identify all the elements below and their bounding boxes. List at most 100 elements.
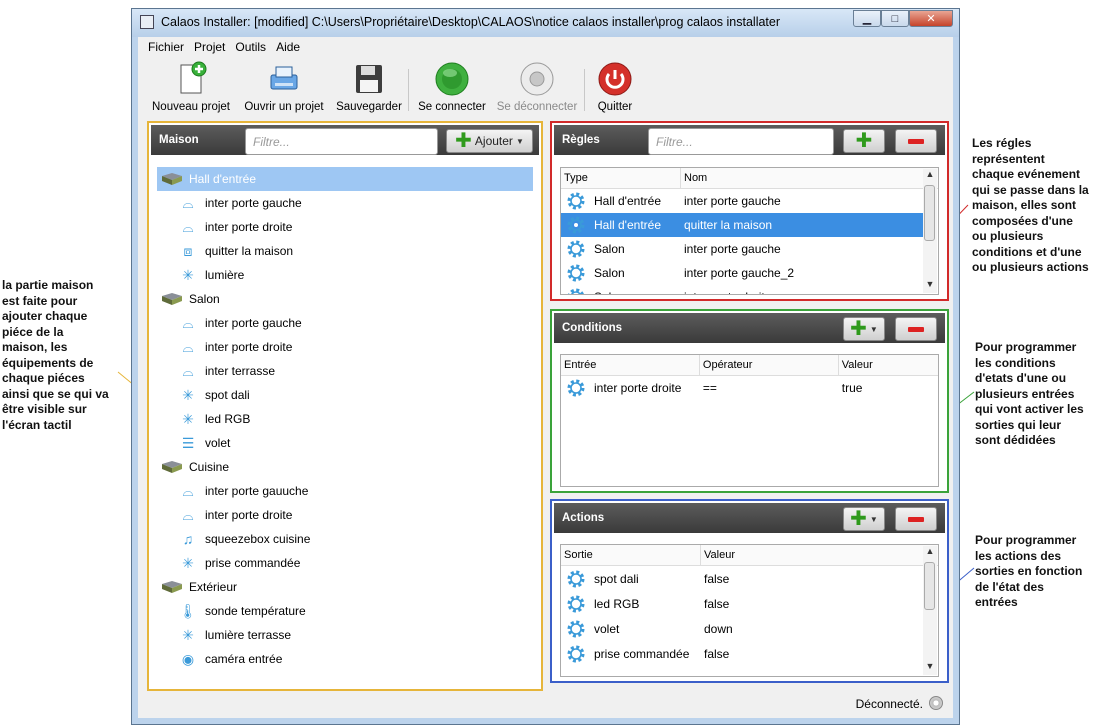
connect-button[interactable]: Se connecter xyxy=(416,61,488,113)
conditions-title: Conditions xyxy=(562,322,623,334)
scenario-icon: ⧈ xyxy=(183,242,193,259)
cell-nom: inter porte gauche_2 xyxy=(684,266,795,280)
scroll-down-icon[interactable]: ▼ xyxy=(923,279,937,293)
minimize-button[interactable]: ▁ xyxy=(853,10,881,27)
tree-room[interactable]: Extérieur xyxy=(157,575,533,599)
tree-item[interactable]: ⌓ inter porte gauche xyxy=(157,311,533,335)
menu-projet[interactable]: Projet xyxy=(190,37,231,59)
scroll-up-icon[interactable]: ▲ xyxy=(923,546,937,560)
tree-item[interactable]: ☰ volet xyxy=(157,431,533,455)
tree-item[interactable]: ⌓ inter porte droite xyxy=(157,335,533,359)
conditions-add-button[interactable]: ✚ ▼ xyxy=(843,317,885,341)
close-button[interactable]: ✕ xyxy=(909,10,953,27)
tree-item[interactable]: ✳ spot dali xyxy=(157,383,533,407)
menu-fichier[interactable]: Fichier xyxy=(138,37,190,59)
table-row[interactable]: Salon inter porte gauche_2 xyxy=(561,261,925,285)
scroll-thumb[interactable] xyxy=(924,562,935,610)
scroll-up-icon[interactable]: ▲ xyxy=(923,169,937,183)
tree-item[interactable]: ✳ lumière terrasse xyxy=(157,623,533,647)
tree-room[interactable]: Hall d'entrée xyxy=(157,167,533,191)
actions-header: Actions ✚ ▼ xyxy=(554,503,945,533)
tree-item[interactable]: ⧈ quitter la maison xyxy=(157,239,533,263)
tree-room[interactable]: Salon xyxy=(157,287,533,311)
annotation-line: plusieurs entrées xyxy=(975,386,1075,401)
tree-item-label: sonde température xyxy=(205,604,306,618)
quit-button[interactable]: Quitter xyxy=(592,61,638,113)
save-button[interactable]: Sauvegarder xyxy=(334,61,404,113)
maison-add-button[interactable]: ✚ Ajouter ▼ xyxy=(446,129,533,153)
cell-nom: inter porte droite xyxy=(681,290,921,294)
menu-aide[interactable]: Aide xyxy=(272,37,306,59)
table-row[interactable]: volet down xyxy=(561,616,938,641)
actions-add-button[interactable]: ✚ ▼ xyxy=(843,507,885,531)
cell-valeur: false xyxy=(704,571,730,586)
gear-icon xyxy=(567,595,585,612)
scroll-thumb[interactable] xyxy=(924,185,935,241)
client-area: Fichier Projet Outils Aide Nouveau proje… xyxy=(138,37,953,718)
floppy-disk-icon xyxy=(356,65,382,93)
maison-filter-input[interactable]: Filtre... xyxy=(245,128,438,155)
cell-sortie: volet xyxy=(561,619,701,639)
new-project-button[interactable]: Nouveau projet xyxy=(152,61,230,113)
tree-item[interactable]: ⌓ inter porte gauche xyxy=(157,191,533,215)
cell-nom: inter porte gauche xyxy=(684,242,781,256)
open-project-button[interactable]: Ouvrir un projet xyxy=(242,61,326,113)
conditions-table: Entrée Opérateur Valeur inter porte droi… xyxy=(560,354,939,487)
disconnect-button[interactable]: Se déconnecter xyxy=(496,61,578,113)
table-row[interactable]: Hall d'entrée inter porte gauche xyxy=(561,189,925,213)
regles-table-header: Type Nom xyxy=(561,168,938,189)
table-row[interactable]: Salon inter porte gauche xyxy=(561,237,925,261)
regles-add-button[interactable]: ✚ xyxy=(843,129,885,153)
chevron-down-icon: ▼ xyxy=(869,324,878,334)
tree-item[interactable]: ⌓ inter porte gauuche xyxy=(157,479,533,503)
regles-remove-button[interactable] xyxy=(895,129,937,153)
tree-item[interactable]: ⌓ inter porte droite xyxy=(157,503,533,527)
column-header-sortie[interactable]: Sortie xyxy=(561,545,701,565)
tree-item[interactable]: ◉ caméra entrée xyxy=(157,647,533,671)
tree-item-label: inter porte gauche xyxy=(205,316,302,330)
cell-type-text: Hall d'entrée xyxy=(594,218,661,232)
table-row[interactable]: prise commandée false xyxy=(561,641,938,666)
menu-outils[interactable]: Outils xyxy=(231,37,272,59)
tree-item[interactable]: ✳ led RGB xyxy=(157,407,533,431)
disconnect-icon xyxy=(520,62,554,96)
column-header-entree[interactable]: Entrée xyxy=(561,355,700,375)
maximize-button[interactable]: □ xyxy=(881,10,909,27)
actions-scrollbar[interactable]: ▲ ▼ xyxy=(923,546,937,675)
annotation-line: qui se passe dans la xyxy=(972,182,1089,197)
cell-valeur: down xyxy=(704,621,733,636)
annotation-line: Les régles xyxy=(972,136,1032,150)
regles-scrollbar[interactable]: ▲ ▼ xyxy=(923,169,937,293)
column-header-operateur[interactable]: Opérateur xyxy=(700,355,839,375)
tree-item[interactable]: ✳ lumière xyxy=(157,263,533,287)
tree-item[interactable]: ♫ squeezebox cuisine xyxy=(157,527,533,551)
tree-item[interactable]: ✳ prise commandée xyxy=(157,551,533,575)
column-header-type[interactable]: Type xyxy=(561,168,681,188)
column-header-valeur[interactable]: Valeur xyxy=(839,355,938,375)
table-row[interactable]: inter porte droite == true xyxy=(561,376,938,400)
tree-item[interactable]: ⌓ inter porte droite xyxy=(157,215,533,239)
printer-open-icon xyxy=(270,66,298,90)
conditions-remove-button[interactable] xyxy=(895,317,937,341)
cell-entree: inter porte droite xyxy=(561,378,700,398)
toolbar: Nouveau projet Ouvrir un projet Sauvegar… xyxy=(138,61,953,123)
annotation-line: qui vont activer les xyxy=(975,402,1084,416)
annotation-line: ajouter chaque xyxy=(2,309,88,323)
column-header-valeur[interactable]: Valeur xyxy=(701,545,921,565)
tree-room[interactable]: Cuisine xyxy=(157,455,533,479)
regles-filter-input[interactable]: Filtre... xyxy=(648,128,834,155)
table-row[interactable]: Hall d'entrée quitter la maison xyxy=(561,213,925,237)
actions-remove-button[interactable] xyxy=(895,507,937,531)
menu-bar: Fichier Projet Outils Aide xyxy=(138,37,953,59)
table-row[interactable]: led RGB false xyxy=(561,591,938,616)
table-row[interactable]: Salon inter porte droite xyxy=(561,285,925,294)
tree-item[interactable]: ⌓ inter terrasse xyxy=(157,359,533,383)
title-bar[interactable]: Calaos Installer: [modified] C:\Users\Pr… xyxy=(132,9,959,37)
tree-item[interactable]: 🌡 sonde température xyxy=(157,599,533,623)
table-row[interactable]: spot dali false xyxy=(561,566,938,591)
maison-tree: Hall d'entrée ⌓ inter porte gauche ⌓ inter p… xyxy=(157,167,533,671)
column-header-nom[interactable]: Nom xyxy=(681,168,925,188)
annotation-line: les actions des xyxy=(975,548,1062,563)
door-sensor-icon: ⌓ xyxy=(182,362,194,379)
scroll-down-icon[interactable]: ▼ xyxy=(923,661,937,675)
